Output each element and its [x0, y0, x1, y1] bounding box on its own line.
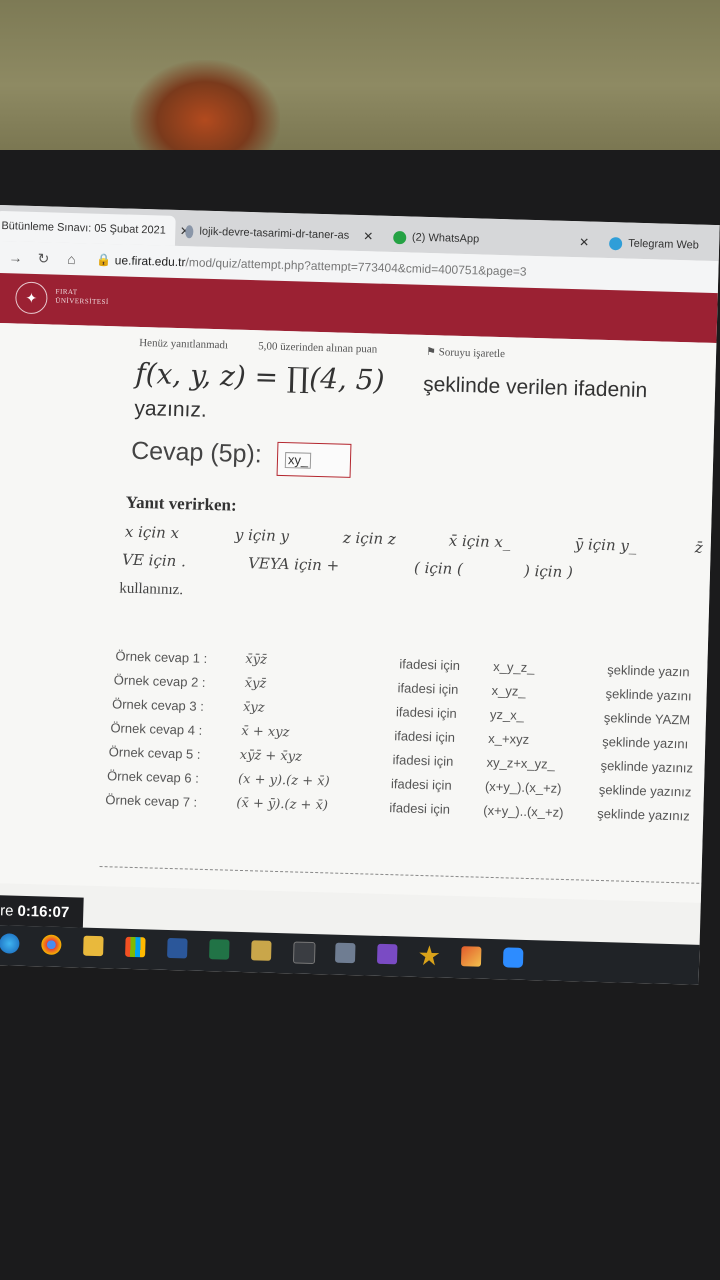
whatsapp-icon	[393, 230, 407, 244]
example-expr: x̄ + xyz	[241, 723, 290, 741]
status-text: Henüz yanıtlanmadı	[139, 336, 229, 352]
example-answer: x_yz_	[491, 682, 526, 699]
example-tail: şeklinde yazınız	[597, 805, 690, 824]
box-icon[interactable]	[334, 942, 356, 964]
rule-y: y için y	[234, 525, 290, 546]
example-tail: şeklinde yazın	[607, 662, 690, 680]
answer-label: Cevap (5p):	[130, 436, 263, 469]
tab-label: Telegram Web	[628, 237, 700, 252]
divider	[99, 866, 720, 885]
example-label: Örnek cevap 5 :	[108, 744, 201, 762]
example-answer: (x+y_).(x_+z)	[484, 778, 562, 796]
question-text: şeklinde verilen ifadenin	[422, 372, 648, 403]
telegram-icon	[608, 236, 623, 250]
university-logo-icon[interactable]: ✦	[14, 281, 48, 315]
example-answer: x_+xyz	[488, 730, 530, 747]
example-answer: x_y_z_	[493, 658, 535, 676]
example-answer: (x+y_)..(x_+z)	[483, 802, 564, 820]
question-content: Henüz yanıtlanmadı 5,00 üzerinden alınan…	[0, 322, 720, 903]
example-ifadesi: ifadesi için	[394, 728, 456, 745]
question-formula: f(x, y, z) = ∏(4, 5)	[134, 356, 385, 397]
example-label: Örnek cevap 2 :	[113, 672, 206, 690]
tab-exam[interactable]: Bütünleme Sınavı: 05 Şubat 2021 ✕	[0, 210, 190, 246]
edge-icon[interactable]	[0, 933, 20, 954]
home-icon[interactable]: ⌂	[60, 251, 82, 268]
logo-line-2: ÜNİVERSİTESİ	[55, 296, 109, 307]
example-expr: x̄yz	[242, 699, 265, 716]
example-expr: (x + y).(z + x̄)	[237, 771, 330, 790]
word-icon[interactable]	[167, 937, 188, 959]
example-label: Örnek cevap 3 :	[111, 696, 205, 714]
url-domain: ue.firat.edu.tr	[114, 253, 186, 270]
excel-icon[interactable]	[209, 939, 230, 960]
rule-or: VEYA için +	[247, 554, 340, 575]
url-field[interactable]: 🔒 ue.firat.edu.tr/mod/quiz/attempt.php?a…	[96, 253, 526, 279]
example-ifadesi: ifadesi için	[392, 752, 454, 769]
rule-close-paren: ) için )	[523, 561, 574, 582]
url-path: /mod/quiz/attempt.php?attempt=773404&cmi…	[185, 255, 527, 279]
answer-value[interactable]: xy_	[284, 452, 312, 469]
flag-label: Soruyu işaretle	[438, 346, 506, 361]
rule-y-bar: ȳ için y_	[574, 535, 637, 555]
quiz-timer: süre 0:16:07	[0, 894, 84, 928]
example-expr: xȳz̄ + x̄yz	[239, 747, 303, 765]
terminal-icon[interactable]	[292, 941, 316, 965]
paint-icon[interactable]	[460, 946, 482, 967]
flag-icon: ⚑	[425, 345, 439, 359]
tab-telegram[interactable]: Telegram Web	[603, 228, 720, 262]
example-answer: yz_x_	[489, 706, 525, 723]
tab-label: lojik-devre-tasarimi-dr-taner-as	[199, 225, 350, 242]
example-tail: şeklinde yazını	[605, 686, 692, 704]
star-icon[interactable]	[419, 945, 440, 966]
timer-value: 0:16:07	[17, 902, 70, 921]
close-icon[interactable]: ✕	[363, 229, 373, 243]
rule-open-paren: ( için (	[413, 558, 464, 579]
example-ifadesi: ifadesi için	[390, 776, 452, 793]
forward-icon[interactable]: →	[4, 249, 26, 266]
rule-z: z için z	[342, 528, 397, 549]
file-explorer-icon[interactable]	[83, 935, 104, 957]
example-label: Örnek cevap 1 :	[115, 648, 208, 666]
example-tail: şeklinde yazını	[602, 734, 689, 752]
example-expr: (x̄ + ȳ).(z + x̄)	[236, 795, 329, 814]
globe-icon	[185, 224, 194, 238]
example-ifadesi: ifadesi için	[397, 680, 459, 697]
example-expr: x̄yz̄	[244, 676, 267, 692]
example-ifadesi: ifadesi için	[389, 800, 451, 817]
example-expr: x̄ȳz̄	[245, 652, 268, 668]
example-tail: şeklinde yazınız	[598, 781, 692, 800]
rule-footer: kullanınız.	[119, 580, 184, 599]
rule-and: VE için .	[121, 550, 187, 571]
logo-text: FIRAT ÜNİVERSİTESİ	[55, 288, 109, 307]
wall-poster	[130, 60, 280, 160]
example-label: Örnek cevap 6 :	[106, 768, 200, 786]
visual-studio-icon[interactable]	[376, 943, 398, 965]
flag-question-link[interactable]: ⚑ Soruyu işaretle	[426, 345, 505, 360]
example-tail: şeklinde yazınız	[600, 757, 694, 776]
example-ifadesi: ifadesi için	[399, 656, 461, 674]
timer-label: süre	[0, 901, 14, 920]
zoom-icon[interactable]	[502, 947, 524, 968]
example-ifadesi: ifadesi için	[395, 704, 457, 721]
store-icon[interactable]	[125, 936, 146, 958]
close-icon[interactable]: ✕	[579, 235, 589, 249]
question-text-2: yazınız.	[134, 396, 208, 422]
example-tail: şeklinde YAZM	[603, 710, 691, 728]
example-label: Örnek cevap 4 :	[110, 720, 203, 738]
laptop-screen: Bütünleme Sınavı: 05 Şubat 2021 ✕ lojik-…	[0, 205, 720, 985]
instructions-heading: Yanıt verirken:	[125, 492, 237, 515]
tab-label: (2) WhatsApp	[411, 231, 480, 246]
answer-input[interactable]: xy_	[276, 441, 352, 478]
chrome-icon[interactable]	[41, 934, 62, 955]
points-text: 5,00 üzerinden alınan puan	[257, 340, 378, 356]
example-label: Örnek cevap 7 :	[105, 792, 198, 810]
lock-icon: 🔒	[96, 252, 115, 268]
reload-icon[interactable]: ↻	[32, 249, 54, 267]
notes-icon[interactable]	[251, 940, 272, 961]
tab-label: Bütünleme Sınavı: 05 Şubat 2021	[1, 220, 167, 237]
rule-z-bar: z̄	[694, 538, 703, 557]
example-answer: xy_z+x_yz_	[486, 754, 556, 772]
rule-x-bar: x̄ için x_	[448, 531, 511, 552]
rule-x: x için x	[124, 522, 180, 543]
